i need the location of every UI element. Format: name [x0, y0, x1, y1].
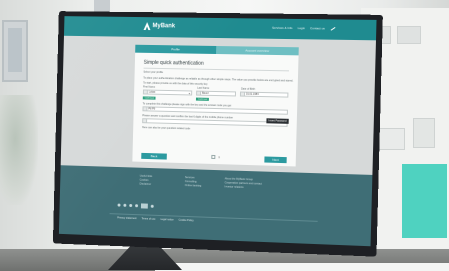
header-nav: Services & Info Login Contact us: [272, 25, 336, 31]
wall-picture: [2, 20, 28, 82]
first-name-value: Lukas: [148, 90, 156, 94]
footer-link[interactable]: Online banking: [185, 184, 202, 189]
next-button[interactable]: Next: [264, 156, 287, 164]
linkedin-icon[interactable]: [150, 204, 154, 208]
phone-icon: [143, 119, 148, 123]
footer-link[interactable]: Disclaimer: [140, 183, 153, 187]
desk-surface: [155, 263, 449, 271]
code-value: P8 P9: [148, 107, 156, 111]
pagination: 1: [211, 154, 220, 160]
plant-blur: [0, 95, 38, 205]
facebook-icon[interactable]: [117, 203, 121, 207]
site-footer: Useful links Cookies Disclaimer Services…: [58, 165, 373, 247]
calendar-icon: [240, 92, 246, 96]
nav-contact[interactable]: Contact us: [310, 26, 325, 30]
label-date-of-birth: Date of Birth: [241, 87, 256, 91]
footer-col-2: Services Consulting Online banking: [185, 176, 202, 189]
back-button[interactable]: Back: [141, 152, 167, 160]
cookie-policy-link[interactable]: Cookie Policy: [179, 219, 194, 223]
divider: [143, 67, 290, 72]
twitter-icon[interactable]: [123, 203, 127, 207]
page-prev[interactable]: [211, 154, 216, 160]
nav-services[interactable]: Services & Info: [272, 26, 293, 30]
status-badge-last: Confirmed: [195, 97, 210, 101]
brand-name: MyBank: [152, 23, 176, 30]
nav-login[interactable]: Login: [298, 26, 306, 30]
chevron-down-icon: ▾: [188, 91, 191, 96]
label-first-name: First Name: [143, 85, 156, 89]
status-badge-first: Confirmed: [142, 96, 156, 100]
footer-col-1: Useful links Cookies Disclaimer: [140, 175, 153, 187]
label-last-name: Last Name: [197, 86, 210, 90]
footer-col-3: About the MyBank Group Cooperation partn…: [224, 177, 262, 190]
tooltip: Insert Password: [266, 118, 289, 124]
auth-title: Simple quick authentication: [143, 59, 204, 67]
page-number[interactable]: 1: [218, 155, 220, 159]
privacy-link[interactable]: Privacy statement: [117, 216, 136, 220]
brand-logo[interactable]: MyBank: [144, 22, 176, 30]
app-store-icon[interactable]: [140, 203, 148, 209]
pencil-icon[interactable]: [329, 25, 336, 31]
user-icon: [143, 90, 148, 94]
tab-account-overview[interactable]: Account overview: [216, 45, 299, 56]
social-links: [117, 203, 154, 209]
birth-date-value: 01.01.1984: [245, 92, 259, 96]
terms-link[interactable]: Terms of use: [141, 217, 155, 220]
last-name-value: Bauer: [202, 91, 209, 95]
auth-card: Profile Account overview Simple quick au…: [132, 44, 299, 167]
auth-line-6: Here can also be your question related c…: [141, 126, 191, 131]
tab-profile[interactable]: Profile: [135, 44, 217, 54]
bank-logo-icon: [144, 22, 151, 30]
legal-notice-link[interactable]: Legal notice: [160, 218, 173, 221]
instagram-icon[interactable]: [135, 204, 139, 208]
auth-line-1: Select your profile: [143, 70, 164, 74]
first-name-field[interactable]: Lukas ▾: [142, 89, 193, 96]
code-field[interactable]: P8 P9: [142, 106, 288, 115]
birth-date-field[interactable]: 01.01.1984: [239, 91, 289, 98]
screen: MyBank Services & Info Login Contact us …: [58, 16, 377, 247]
last-name-field[interactable]: Bauer: [196, 90, 237, 97]
monitor: MyBank Services & Info Login Contact us …: [52, 11, 383, 257]
key-icon: [143, 107, 148, 111]
teal-accent-block: [402, 164, 447, 238]
user-icon: [197, 91, 202, 95]
youtube-icon[interactable]: [129, 203, 133, 208]
tab-bar: Profile Account overview: [135, 44, 299, 56]
footer-legal-links: Privacy statement Terms of use Legal not…: [117, 216, 193, 222]
